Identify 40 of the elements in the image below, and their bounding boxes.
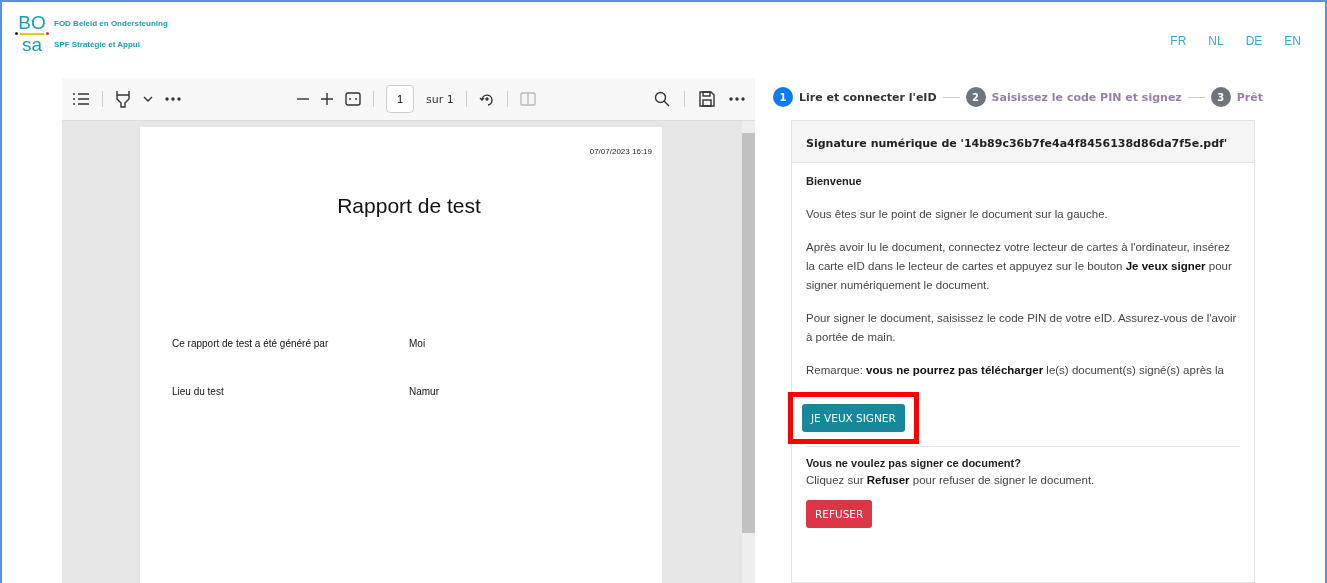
rotate-icon[interactable] [478,91,495,107]
highlighter-icon[interactable] [115,90,131,108]
paragraph: Cliquez sur Refuser pour refuser de signer le document. [806,473,1096,488]
field-label: Ce rapport de test a été généré par [172,338,330,349]
step-label: Saisissez le code PIN et signez [991,90,1182,104]
contents-icon[interactable] [72,92,90,106]
paragraph: Vous êtes sur le point de signer le document sur la gauche. [806,207,1109,222]
search-icon[interactable] [654,91,670,107]
more-icon[interactable] [729,97,745,101]
language-link[interactable]: DE [1245,34,1263,48]
paragraph: Après avoir lu le document, connectez votre lecteur de cartes à l'ordinateur, insérez la carte eID dans le lecteur de cartes et appuyez sur le bouton Je veux signer pour signer numériquement le document. [806,240,1233,293]
chevron-down-icon[interactable] [143,96,153,102]
language-link[interactable]: FR [1170,34,1187,48]
step-label: Lire et connecter l'eID [799,90,937,104]
save-icon[interactable] [699,91,715,107]
logo: BO sa FOD Beleid en Ondersteuning SPF Stratégie et Appui [16,14,168,53]
field-value: Moi [409,338,426,349]
fit-page-icon[interactable] [345,92,361,106]
document-title: Rapport de test [336,194,482,218]
sign-button[interactable]: JE VEUX SIGNER [802,404,905,432]
decline-heading: Vous ne voulez pas signer ce document? [806,457,1022,469]
paragraph: Pour signer le document, saisissez le code PIN de votre eID. Assurez-vous de l'avoir à portée de main. [806,311,1238,345]
welcome-heading: Bienvenue [806,175,863,187]
card-title: Signature numérique de '14b89c36b7fe4a4f8456138d86da7f5e.pdf' [806,137,1228,150]
step-label: Prêt [1236,90,1263,104]
document-date: 07/07/2023 16:19 [588,147,652,156]
step-number: 1 [773,87,793,107]
field-label: Lieu du test [172,386,225,397]
page-number-field[interactable]: 1 [386,85,414,113]
language-link[interactable]: NL [1208,34,1224,48]
step-number: 3 [1210,87,1231,107]
field-value: Namur [409,386,439,397]
zoom-in-icon[interactable] [321,93,333,105]
page-total: sur 1 [426,92,454,106]
step-number: 2 [965,87,986,107]
language-link[interactable]: EN [1284,34,1301,48]
paragraph: Remarque: vous ne pourrez pas télécharger le(s) document(s) signé(s) après la [806,363,1225,378]
scrollbar[interactable] [742,121,755,583]
refuse-button[interactable]: REFUSER [806,500,873,528]
more-icon[interactable] [165,97,181,101]
